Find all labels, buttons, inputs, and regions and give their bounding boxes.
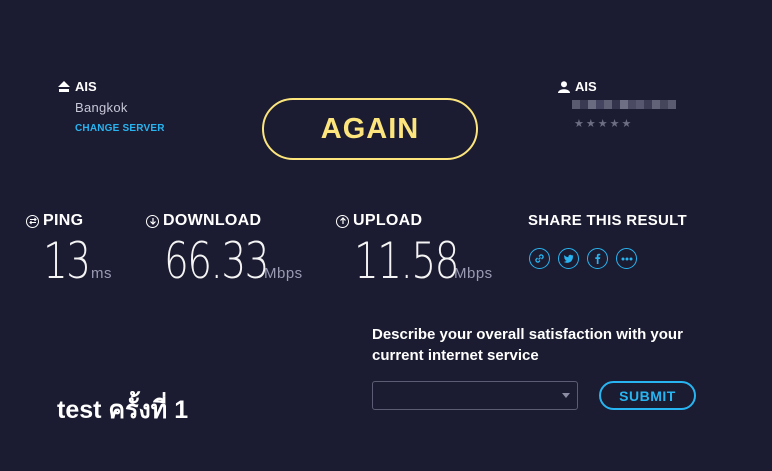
client-ip-redacted [572,100,676,109]
server-city: Bangkok [75,100,128,115]
more-icon[interactable] [616,248,637,269]
server-icon [58,80,70,93]
ping-label: PING [43,212,84,229]
satisfaction-select[interactable] [372,381,578,410]
upload-metric: UPLOAD 11.58 Mbps [336,212,493,290]
download-icon [146,214,159,228]
server-isp: AIS [75,79,97,94]
download-value: 66.33 [164,232,269,290]
upload-value: 11.58 [354,232,459,290]
ping-metric: PING 13 ms [26,212,112,290]
upload-icon [336,214,349,228]
share-icons [529,248,637,269]
server-info: AIS Bangkok CHANGE SERVER [58,79,165,134]
twitter-icon[interactable] [558,248,579,269]
client-info: AIS ★★★★★ [558,79,676,130]
again-button[interactable]: AGAIN [262,98,478,160]
client-isp: AIS [575,79,597,94]
download-label: DOWNLOAD [163,212,262,229]
ping-icon [26,214,39,228]
submit-button[interactable]: SUBMIT [599,381,696,410]
caption-text: test ครั้งที่ 1 [57,396,189,424]
link-icon[interactable] [529,248,550,269]
ping-unit: ms [91,265,112,282]
download-unit: Mbps [264,265,303,282]
change-server-link[interactable]: CHANGE SERVER [75,123,165,134]
upload-label: UPLOAD [353,212,423,229]
download-metric: DOWNLOAD 66.33 Mbps [146,212,303,290]
survey-question: Describe your overall satisfaction with … [372,326,683,364]
upload-unit: Mbps [454,265,493,282]
facebook-icon[interactable] [587,248,608,269]
share-title: SHARE THIS RESULT [528,212,687,229]
user-icon [558,80,570,93]
chevron-down-icon [562,393,570,398]
ping-value: 13 [43,232,91,290]
rating-stars[interactable]: ★★★★★ [574,117,676,130]
